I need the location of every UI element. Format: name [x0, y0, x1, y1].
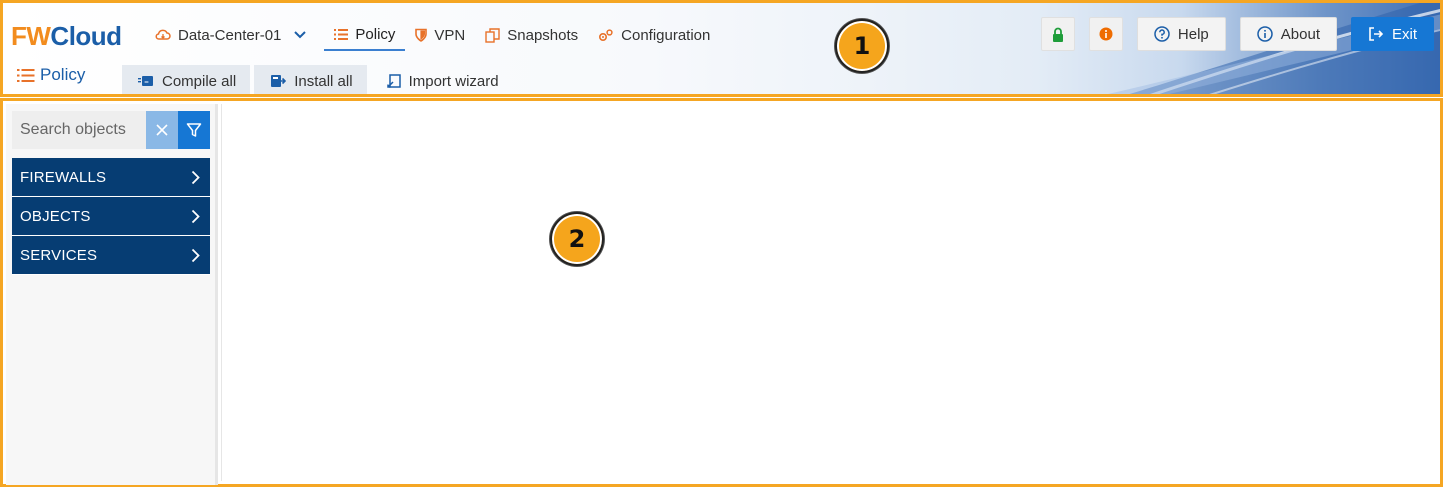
exit-button[interactable]: Exit [1350, 17, 1434, 51]
chevron-right-icon [191, 170, 200, 184]
nav-policy[interactable]: Policy [324, 19, 406, 51]
tree-item-services[interactable]: SERVICES [12, 236, 210, 275]
top-navigation: Data-Center-01 Policy VPN Snapshots Conf… [151, 19, 720, 51]
section-title: Policy [17, 65, 85, 85]
tree-item-label: OBJECTS [20, 207, 91, 225]
info-circle-icon [1257, 26, 1273, 42]
logo-cloud: Cloud [50, 21, 122, 51]
header-right-controls: Help About Exit [1040, 17, 1434, 51]
filter-icon [186, 123, 202, 137]
lock-icon [1052, 27, 1063, 42]
compile-all-label: Compile all [162, 72, 237, 90]
shield-icon [415, 28, 428, 42]
logout-icon [1369, 27, 1384, 41]
nav-snapshots-label: Snapshots [507, 26, 579, 44]
exit-label: Exit [1391, 25, 1417, 43]
import-wizard-label: Import wizard [408, 72, 499, 90]
import-wizard-button[interactable]: Import wizard [371, 65, 513, 94]
clear-search-button[interactable] [146, 111, 178, 149]
search-input[interactable] [12, 111, 146, 149]
logo-fw: FW [11, 21, 51, 51]
object-tree: FIREWALLS OBJECTS SERVICES [12, 158, 210, 275]
install-all-button[interactable]: Install all [254, 65, 367, 94]
compile-icon: = [138, 76, 153, 86]
filter-button[interactable] [178, 111, 210, 149]
install-icon [271, 75, 287, 87]
object-sidebar: FIREWALLS OBJECTS SERVICES [6, 104, 218, 485]
app-logo[interactable]: FWCloud [11, 21, 122, 52]
datacenter-label: Data-Center-01 [178, 26, 282, 44]
object-search [12, 111, 210, 149]
section-title-label: Policy [40, 65, 86, 84]
info-icon [1099, 27, 1113, 41]
svg-text:=: = [144, 79, 149, 86]
nav-configuration-label: Configuration [621, 26, 711, 44]
help-label: Help [1177, 25, 1209, 43]
annotation-marker-1: 1 [835, 19, 889, 73]
about-button[interactable]: About [1239, 17, 1337, 51]
question-circle-icon [1154, 26, 1170, 42]
tree-item-objects[interactable]: OBJECTS [12, 197, 210, 236]
chevron-down-icon [294, 31, 307, 39]
snapshot-icon [485, 27, 500, 43]
import-wizard-icon [386, 73, 401, 88]
nav-snapshots[interactable]: Snapshots [475, 19, 588, 51]
tree-item-firewalls[interactable]: FIREWALLS [12, 158, 210, 197]
chevron-right-icon [191, 209, 200, 223]
help-button[interactable]: Help [1136, 17, 1226, 51]
cloud-icon [155, 29, 171, 40]
policy-toolbar: = Compile all Install all Import wizard [122, 65, 513, 94]
list-icon [17, 68, 35, 82]
main-area: FIREWALLS OBJECTS SERVICES [0, 98, 1443, 487]
chevron-right-icon [191, 248, 200, 262]
list-icon [334, 28, 349, 40]
app-header: FWCloud Data-Center-01 Policy VPN Snapsh… [0, 0, 1443, 97]
tree-item-label: SERVICES [20, 246, 98, 264]
datacenter-selector[interactable]: Data-Center-01 [151, 19, 316, 51]
info-button[interactable] [1088, 17, 1123, 51]
about-label: About [1280, 25, 1320, 43]
lock-button[interactable] [1040, 17, 1075, 51]
nav-policy-label: Policy [355, 25, 396, 43]
policy-content-area [221, 104, 1437, 481]
compile-all-button[interactable]: = Compile all [122, 65, 251, 94]
nav-vpn-label: VPN [434, 26, 466, 44]
close-icon [156, 124, 168, 136]
nav-vpn[interactable]: VPN [405, 19, 475, 51]
tree-item-label: FIREWALLS [20, 168, 107, 186]
nav-configuration[interactable]: Configuration [588, 19, 720, 51]
install-all-label: Install all [294, 72, 353, 90]
annotation-marker-2: 2 [550, 212, 604, 266]
gears-icon [599, 29, 613, 42]
